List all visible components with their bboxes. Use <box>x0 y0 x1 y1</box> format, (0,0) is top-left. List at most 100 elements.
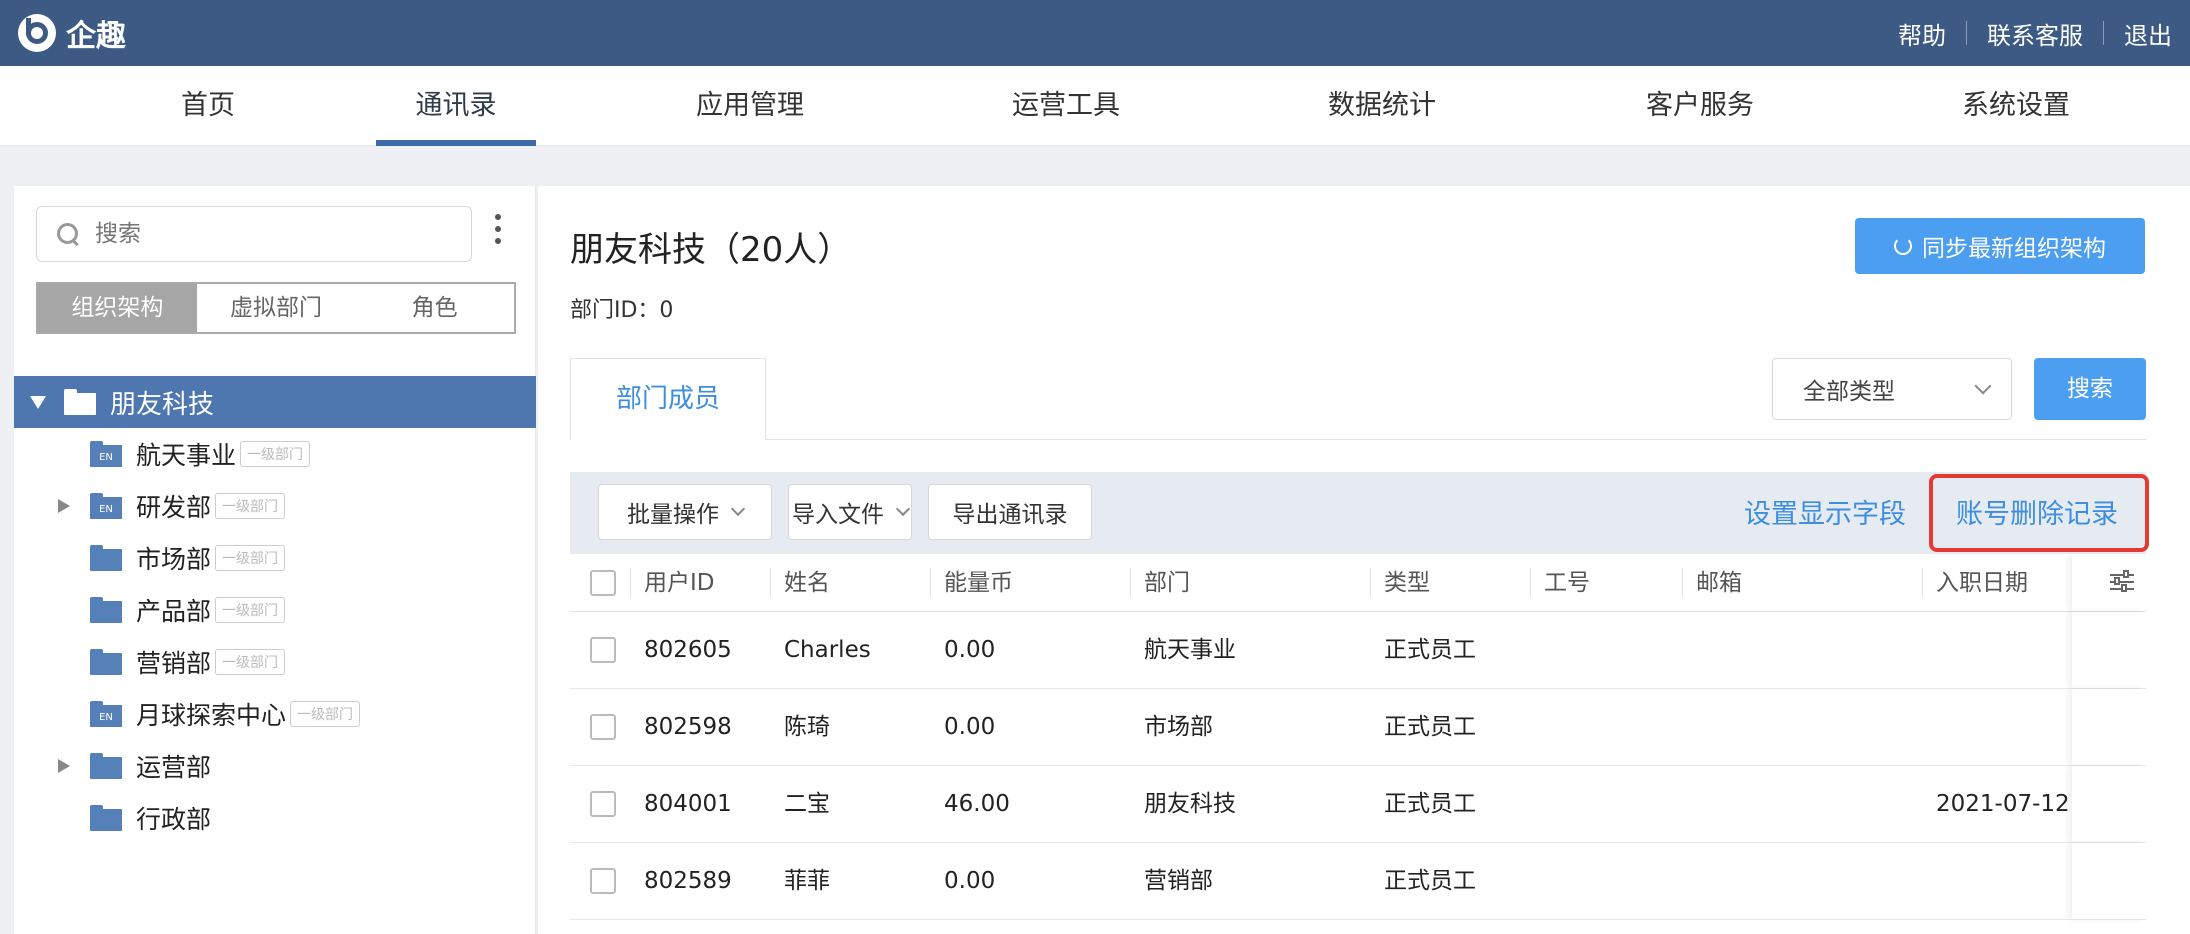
tree-root-label: 朋友科技 <box>110 389 215 420</box>
tree-root[interactable]: 朋友科技 <box>14 376 536 428</box>
cell-name: 二宝 <box>784 791 830 817</box>
sidebar-search[interactable] <box>36 206 472 262</box>
type-select-value: 全部类型 <box>1803 379 1895 405</box>
table-row[interactable]: 804001 二宝 46.00 朋友科技 正式员工 2021-07-12 <box>570 766 2146 843</box>
cell-type: 正式员工 <box>1384 868 1476 894</box>
sync-org-label: 同步最新组织架构 <box>1922 236 2106 262</box>
table-toolbar: 批量操作 导入文件 导出通讯录 设置显示字段 账号删除记录 <box>570 472 2146 554</box>
batch-operation-button[interactable]: 批量操作 <box>598 484 772 540</box>
en-folder-icon <box>90 493 122 519</box>
tree-item[interactable]: 航天事业 一级部门 <box>14 428 536 480</box>
logout-link[interactable]: 退出 <box>2124 16 2172 51</box>
help-link[interactable]: 帮助 <box>1898 16 1946 51</box>
more-icon[interactable] <box>494 214 502 250</box>
import-file-label: 导入文件 <box>792 502 884 528</box>
tree-item[interactable]: 月球探索中心 一级部门 <box>14 688 536 740</box>
type-select[interactable]: 全部类型 <box>1772 358 2012 420</box>
sidebar: 组织架构 虚拟部门 角色 朋友科技 航天事业 一级部门 研发部 一级部门 市场部… <box>14 186 536 934</box>
contact-support-link[interactable]: 联系客服 <box>1987 16 2083 51</box>
cell-coins: 46.00 <box>944 791 1010 817</box>
table-row[interactable]: 802605 Charles 0.00 航天事业 正式员工 <box>570 612 2146 689</box>
column-header[interactable]: 用户ID <box>630 554 724 612</box>
row-checkbox[interactable] <box>590 637 616 663</box>
export-contacts-label: 导出通讯录 <box>952 502 1068 528</box>
column-header[interactable]: 部门 <box>1130 554 1368 612</box>
nav-customer-service[interactable]: 客户服务 <box>1640 66 1760 146</box>
cell-department: 营销部 <box>1144 868 1213 894</box>
nav-contacts[interactable]: 通讯录 <box>376 66 536 146</box>
cell-type: 正式员工 <box>1384 791 1476 817</box>
cell-name: 菲菲 <box>784 868 830 894</box>
main-panel: 朋友科技（20人） 部门ID：0 同步最新组织架构 部门成员 全部类型 搜索 批… <box>538 186 2190 934</box>
tree-item-label: 营销部 <box>136 649 212 678</box>
import-file-button[interactable]: 导入文件 <box>788 484 912 540</box>
tab-dept-members[interactable]: 部门成员 <box>570 358 766 440</box>
dept-id: 部门ID：0 <box>570 298 674 323</box>
tree-item[interactable]: 市场部 一级部门 <box>14 532 536 584</box>
tree-item[interactable]: 运营部 <box>14 740 536 792</box>
cell-user-id: 802589 <box>644 868 732 894</box>
segment-roles[interactable]: 角色 <box>355 284 514 332</box>
chevron-down-icon <box>895 501 911 517</box>
tree-item-label: 市场部 <box>136 545 212 574</box>
export-contacts-button[interactable]: 导出通讯录 <box>928 484 1092 540</box>
search-icon <box>55 221 81 247</box>
caret-down-icon[interactable] <box>30 395 46 409</box>
row-checkbox[interactable] <box>590 714 616 740</box>
top-links: 帮助 联系客服 退出 <box>1898 16 2172 51</box>
highlight-box <box>1929 474 2149 552</box>
column-settings-icon[interactable] <box>2110 570 2136 594</box>
brand[interactable]: 企趣 <box>18 11 126 55</box>
table-row[interactable]: 802589 菲菲 0.00 营销部 正式员工 <box>570 843 2146 920</box>
nav-home[interactable]: 首页 <box>172 66 244 146</box>
tree-item-label: 产品部 <box>136 597 212 626</box>
cell-employee-no <box>1530 766 1544 843</box>
row-checkbox[interactable] <box>590 868 616 894</box>
tree-item[interactable]: 研发部 一级部门 <box>14 480 536 532</box>
row-checkbox[interactable] <box>590 791 616 817</box>
tree-item[interactable]: 行政部 <box>14 792 536 844</box>
tree-item-label: 运营部 <box>136 753 212 782</box>
folder-icon <box>64 389 96 415</box>
cell-employee-no <box>1530 843 1544 920</box>
column-header[interactable]: 工号 <box>1530 554 1680 612</box>
dept-level-tag: 一级部门 <box>215 649 286 675</box>
search-button[interactable]: 搜索 <box>2034 358 2146 420</box>
column-header[interactable]: 姓名 <box>770 554 884 612</box>
column-header[interactable]: 邮箱 <box>1682 554 1918 612</box>
nav-data-statistics[interactable]: 数据统计 <box>1322 66 1442 146</box>
tree-item[interactable]: 营销部 一级部门 <box>14 636 536 688</box>
nav-operation-tools[interactable]: 运营工具 <box>1006 66 1126 146</box>
segment-org-structure[interactable]: 组织架构 <box>38 284 197 332</box>
cell-hire-date <box>1922 612 1936 689</box>
cell-coins: 0.00 <box>944 714 996 740</box>
members-table: 用户ID 姓名 能量币 部门 类型 工号 邮箱 入职日期 802605 Char… <box>570 554 2146 920</box>
tree-item-label: 研发部 <box>136 493 212 522</box>
cell-employee-no <box>1530 689 1544 766</box>
divider <box>2103 21 2104 45</box>
en-folder-icon <box>90 701 122 727</box>
cell-name: 陈琦 <box>784 714 830 740</box>
tree-item[interactable]: 产品部 一级部门 <box>14 584 536 636</box>
display-fields-link[interactable]: 设置显示字段 <box>1744 492 1906 531</box>
column-header[interactable]: 能量币 <box>930 554 1130 612</box>
caret-right-icon[interactable] <box>58 499 70 513</box>
column-header[interactable]: 入职日期 <box>1922 554 2070 612</box>
nav-app-management[interactable]: 应用管理 <box>690 66 810 146</box>
segment-virtual-dept[interactable]: 虚拟部门 <box>197 284 356 332</box>
en-folder-icon <box>90 441 122 467</box>
cell-coins: 0.00 <box>944 868 996 894</box>
nav-system-settings[interactable]: 系统设置 <box>1956 66 2076 146</box>
search-input[interactable] <box>95 221 435 247</box>
caret-right-icon[interactable] <box>58 759 70 773</box>
dept-level-tag: 一级部门 <box>215 493 286 519</box>
column-header[interactable]: 类型 <box>1370 554 1530 612</box>
cell-user-id: 802598 <box>644 714 732 740</box>
cell-department: 市场部 <box>1144 714 1213 740</box>
folder-icon <box>90 805 122 831</box>
chevron-down-icon <box>1974 377 1992 395</box>
table-row[interactable]: 802598 陈琦 0.00 市场部 正式员工 <box>570 689 2146 766</box>
sync-org-button[interactable]: 同步最新组织架构 <box>1855 218 2145 274</box>
select-all-checkbox[interactable] <box>590 569 616 596</box>
folder-icon <box>90 649 122 675</box>
